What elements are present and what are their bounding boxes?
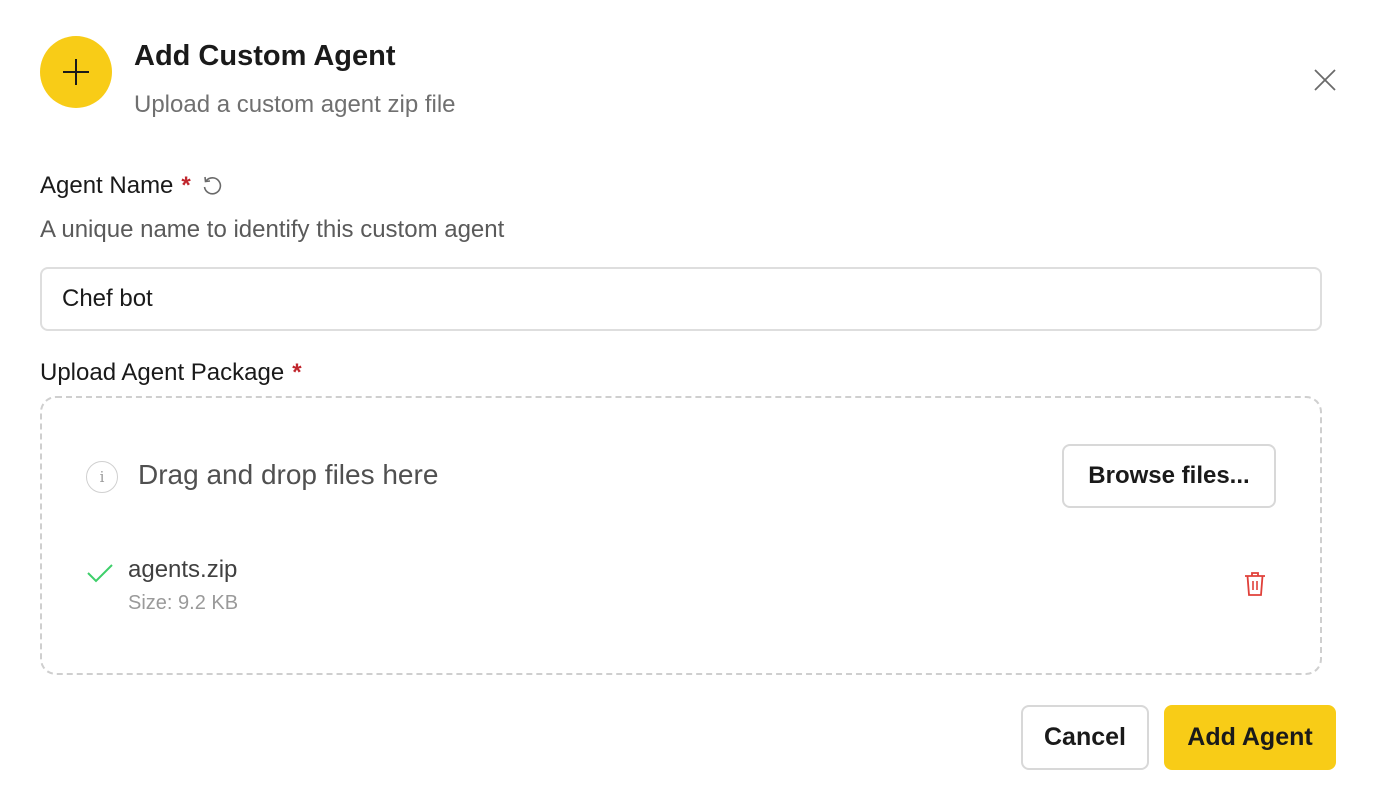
browse-files-button[interactable]: Browse files... [1062,444,1276,508]
file-name: agents.zip [128,556,238,583]
close-icon[interactable] [1307,62,1343,98]
agent-name-label: Agent Name [40,172,174,199]
required-marker: * [181,172,191,199]
info-icon: i [86,461,118,493]
drop-text: Drag and drop files here [138,459,439,490]
cancel-button[interactable]: Cancel [1021,705,1149,770]
file-size: Size: 9.2 KB [128,592,239,614]
trash-icon[interactable] [1242,570,1268,598]
reset-icon[interactable] [201,175,223,197]
check-icon [86,562,114,589]
plus-icon [40,36,112,108]
dialog-subtitle: Upload a custom agent zip file [134,91,456,118]
upload-label: Upload Agent Package [40,359,285,386]
agent-name-help: A unique name to identify this custom ag… [40,216,505,243]
upload-label-row: Upload Agent Package * [40,359,302,387]
add-custom-agent-dialog: Add Custom Agent Upload a custom agent z… [0,0,1376,804]
required-marker: * [292,359,302,386]
file-dropzone[interactable]: i Drag and drop files here Browse files.… [40,396,1322,675]
uploaded-file-item: agents.zip Size: 9.2 KB [86,556,1276,616]
agent-name-label-row: Agent Name * [40,172,223,200]
agent-name-input[interactable] [40,267,1322,331]
dialog-title: Add Custom Agent [134,40,396,72]
add-agent-button[interactable]: Add Agent [1164,705,1336,770]
